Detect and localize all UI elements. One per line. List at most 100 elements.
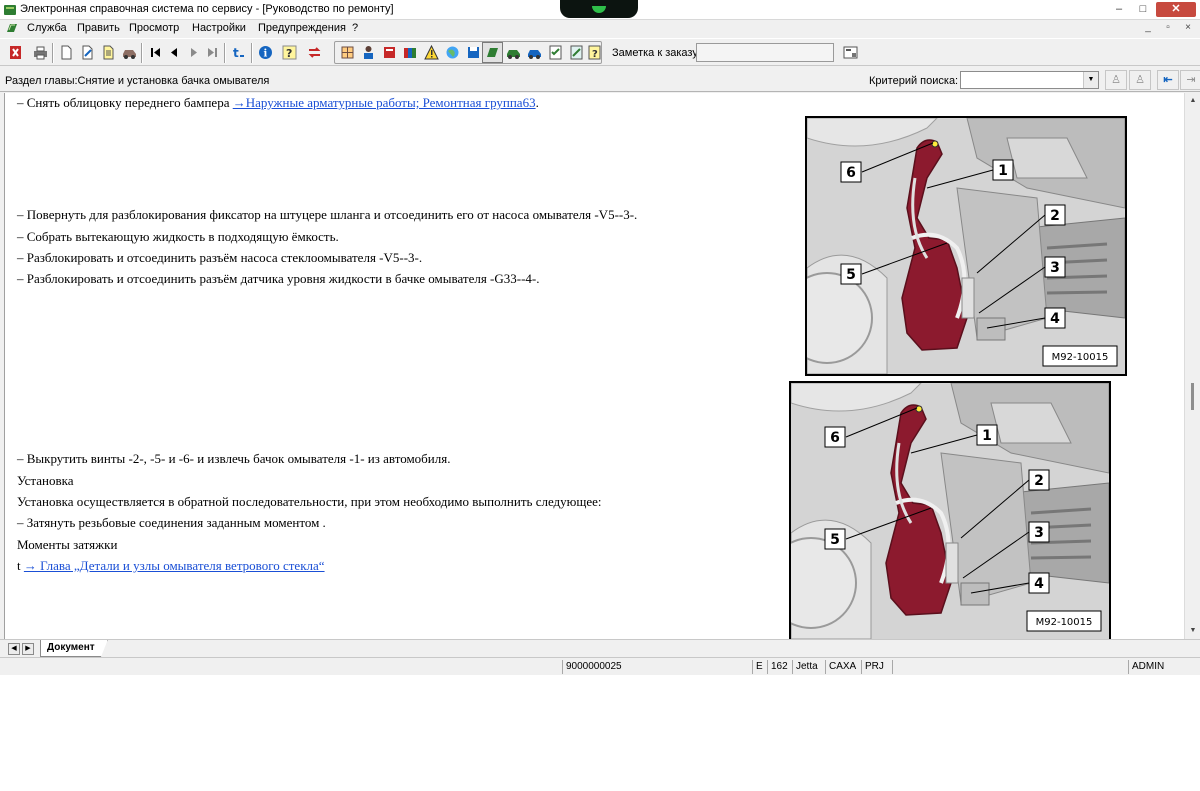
toolbar: t i ? ? Заметка к заказу: [0,38,1200,66]
next-page-icon[interactable] [183,42,204,63]
window-title: Электронная справочная система по сервис… [20,3,394,15]
close-button[interactable]: ✕ [1156,2,1196,17]
figure-code: M92-10015 [1052,352,1109,363]
document-content: – Снять облицовку переднего бампера →Нар… [4,93,1184,639]
status-lang: E [752,660,766,674]
edit-document-icon[interactable] [77,42,98,63]
help-icon[interactable]: ? [279,42,300,63]
mdi-minimize-button[interactable]: _ [1140,21,1156,36]
toolbar-separator [251,43,253,63]
callout-4: 4 [1050,311,1060,327]
callout-2: 2 [1034,473,1044,489]
tab-bar: ◀ ▶ Документ [0,639,1200,657]
status-bar: 9000000025 E 162 Jetta CAXA PRJ ADMIN [0,657,1200,675]
callout-3: 3 [1050,260,1060,276]
toolbar-separator [141,43,143,63]
link-washer-components[interactable]: → Глава „Детали и узлы омывателя ветрово… [24,558,325,573]
checklist-icon[interactable] [545,42,566,63]
vertical-scrollbar[interactable]: ▲ ▼ [1184,93,1200,639]
toolbar-separator [52,43,54,63]
torque-reference: t → Глава „Детали и узлы омывателя ветро… [17,558,325,573]
instruction-remove-bumper: – Снять облицовку переднего бампера →Нар… [17,95,539,110]
scroll-thumb[interactable] [1191,383,1194,410]
swap-icon[interactable] [304,42,325,63]
print-icon[interactable] [30,42,51,63]
instruction-disconnect-pump-connector: – Разблокировать и отсоединить разъём на… [17,250,423,265]
installation-heading: Установка [17,473,74,488]
table-of-contents-icon[interactable]: t [228,42,249,63]
globe-icon[interactable] [442,42,463,63]
menu-warnings[interactable]: Предупреждения [258,22,346,34]
tab-prev-icon[interactable]: ◀ [8,643,20,655]
maximize-button[interactable]: □ [1130,2,1156,17]
status-user: ADMIN [1128,660,1198,674]
menu-view[interactable]: Просмотр [129,22,179,34]
callout-6: 6 [846,165,856,181]
callout-4: 4 [1034,576,1044,592]
info-icon[interactable]: i [255,42,276,63]
new-document-icon[interactable] [56,42,77,63]
blue-vehicle-icon[interactable] [524,42,545,63]
search-criteria-select[interactable]: ▼ [960,71,1099,89]
torque-heading: Моменты затяжки [17,537,118,552]
menu-edit[interactable]: Править [77,22,120,34]
menu-service[interactable]: Служба [27,22,67,34]
document-menu-icon[interactable] [5,22,19,35]
callout-5: 5 [846,267,856,283]
menu-bar: Служба Править Просмотр Настройки Предуп… [0,20,1200,38]
order-note-label: Заметка к заказу: [612,47,701,59]
callout-5: 5 [830,532,840,548]
search-binoculars-icon[interactable]: ♙ [1105,70,1127,90]
document-view-icon[interactable] [482,42,503,63]
status-code: CAXA [825,660,860,674]
callout-2: 2 [1050,208,1060,224]
mdi-close-button[interactable]: × [1180,21,1196,36]
minimize-button[interactable]: – [1106,2,1132,17]
menu-help[interactable]: ? [352,22,358,34]
document-list-icon[interactable] [98,42,119,63]
search-criteria-label: Критерий поиска: [869,75,959,87]
tab-document[interactable]: Документ [40,640,108,657]
components-icon[interactable] [337,42,358,63]
previous-page-icon[interactable] [164,42,185,63]
status-model: Jetta [792,660,824,674]
order-note-properties-icon[interactable] [840,42,861,63]
scroll-up-icon[interactable]: ▲ [1187,95,1199,107]
first-page-icon[interactable] [145,42,166,63]
first-result-icon[interactable]: ⇤ [1157,70,1179,90]
books-icon[interactable] [400,42,421,63]
callout-1: 1 [982,428,992,444]
status-type: PRJ [861,660,891,674]
vehicle-icon[interactable] [119,42,140,63]
figure-code: M92-10015 [1036,617,1093,628]
warning-icon[interactable] [421,42,442,63]
instruction-disconnect-sensor-connector: – Разблокировать и отсоединить разъём да… [17,271,540,286]
manual-icon[interactable] [379,42,400,63]
toolbar-separator [224,43,226,63]
app-icon [4,5,16,15]
mechanic-icon[interactable] [358,42,379,63]
instruction-disconnect-hose: – Повернуть для разблокирования фиксатор… [17,207,638,222]
last-page-icon[interactable] [202,42,223,63]
dropdown-arrow-icon[interactable]: ▼ [1083,72,1098,88]
status-empty [892,660,1128,674]
figure-reservoir-bottom: 6 1 2 5 3 4 M92-10015 [789,381,1111,639]
menu-settings[interactable]: Настройки [192,22,246,34]
green-vehicle-icon[interactable] [503,42,524,63]
section-title: Раздел главы:Снятие и установка бачка ом… [5,75,270,87]
last-result-icon[interactable]: ⇥ [1180,70,1200,90]
status-group: 162 [767,660,791,674]
mdi-restore-button[interactable]: ▫ [1160,21,1176,36]
tab-next-icon[interactable]: ▶ [22,643,34,655]
order-note-input[interactable] [696,43,834,62]
status-number: 9000000025 [562,660,752,674]
search-next-icon[interactable]: ♙ [1129,70,1151,90]
title-bar: Электронная справочная система по сервис… [0,0,1200,20]
figure-reservoir-top: 6 1 2 5 3 4 M92-10015 [805,116,1127,376]
scroll-down-icon[interactable]: ▼ [1187,625,1199,637]
question-note-icon[interactable]: ? [584,42,605,63]
svg-text:?: ? [592,49,598,60]
save-icon[interactable] [463,42,484,63]
exit-icon[interactable] [5,42,26,63]
link-exterior-trim[interactable]: →Наружные арматурные работы; Ремонтная г… [233,95,536,110]
